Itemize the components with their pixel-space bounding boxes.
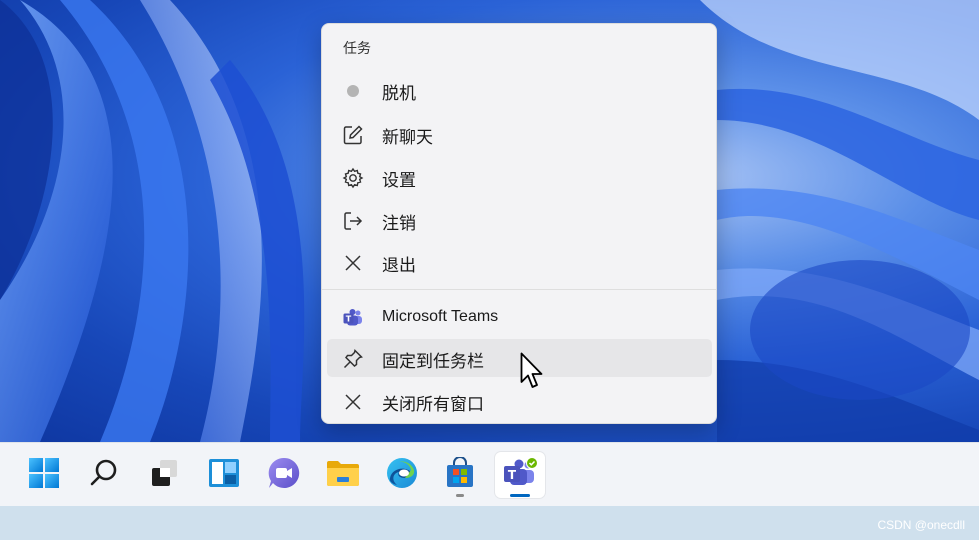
pin-icon: [342, 348, 364, 370]
menu-item-sign-out[interactable]: 注销: [327, 201, 712, 239]
taskbar-teams-button[interactable]: T: [495, 452, 545, 498]
taskbar-edge-button[interactable]: [379, 452, 425, 498]
widgets-icon: [207, 457, 241, 493]
folder-icon: [325, 457, 361, 493]
menu-item-label: 固定到任务栏: [382, 352, 484, 372]
chat-icon: [267, 456, 301, 494]
gear-icon: [342, 167, 364, 189]
menu-separator: [322, 289, 716, 290]
taskbar-task-view-button[interactable]: [141, 452, 187, 498]
menu-item-label: 关闭所有窗口: [382, 395, 484, 415]
menu-item-label: Microsoft Teams: [382, 308, 499, 325]
svg-text:T: T: [346, 315, 352, 324]
sign-out-icon: [342, 210, 364, 232]
active-indicator: [510, 494, 530, 497]
desktop-bottom-strip: [0, 506, 979, 540]
taskbar-search-button[interactable]: [81, 452, 127, 498]
store-icon: [444, 456, 476, 493]
task-view-icon: [148, 457, 180, 493]
svg-text:T: T: [508, 468, 517, 482]
menu-item-label: 设置: [382, 171, 416, 191]
search-icon: [88, 457, 120, 493]
teams-jump-list-menu: 任务 脱机 新聊天 设置 注销 退出 T Microsoft Teams 固定到…: [321, 23, 717, 424]
teams-icon: T: [342, 307, 364, 329]
menu-item-new-chat[interactable]: 新聊天: [327, 115, 712, 153]
windows-logo-icon: [28, 457, 60, 493]
close-icon: [342, 391, 364, 413]
menu-item-label: 注销: [382, 214, 416, 234]
teams-icon: T: [502, 456, 538, 494]
taskbar-chat-button[interactable]: [261, 452, 307, 498]
menu-item-label: 脱机: [382, 84, 416, 104]
taskbar-store-button[interactable]: [437, 452, 483, 498]
running-indicator: [456, 494, 464, 497]
status-dot-icon: [342, 80, 364, 102]
compose-icon: [342, 124, 364, 146]
taskbar-file-explorer-button[interactable]: [320, 452, 366, 498]
menu-item-label: 退出: [382, 256, 416, 276]
close-icon: [342, 252, 364, 274]
mouse-cursor-icon: [520, 352, 544, 394]
watermark-text: CSDN @onecdll: [877, 518, 965, 532]
menu-item-settings[interactable]: 设置: [327, 158, 712, 196]
menu-header-tasks: 任务: [343, 41, 371, 57]
menu-item-quit[interactable]: 退出: [327, 243, 712, 281]
menu-item-microsoft-teams[interactable]: T Microsoft Teams: [327, 298, 712, 336]
edge-icon: [385, 456, 419, 494]
menu-item-label: 新聊天: [382, 128, 433, 148]
menu-item-offline[interactable]: 脱机: [327, 71, 712, 109]
taskbar-start-button[interactable]: [21, 452, 67, 498]
taskbar: T: [0, 442, 979, 506]
taskbar-widgets-button[interactable]: [201, 452, 247, 498]
